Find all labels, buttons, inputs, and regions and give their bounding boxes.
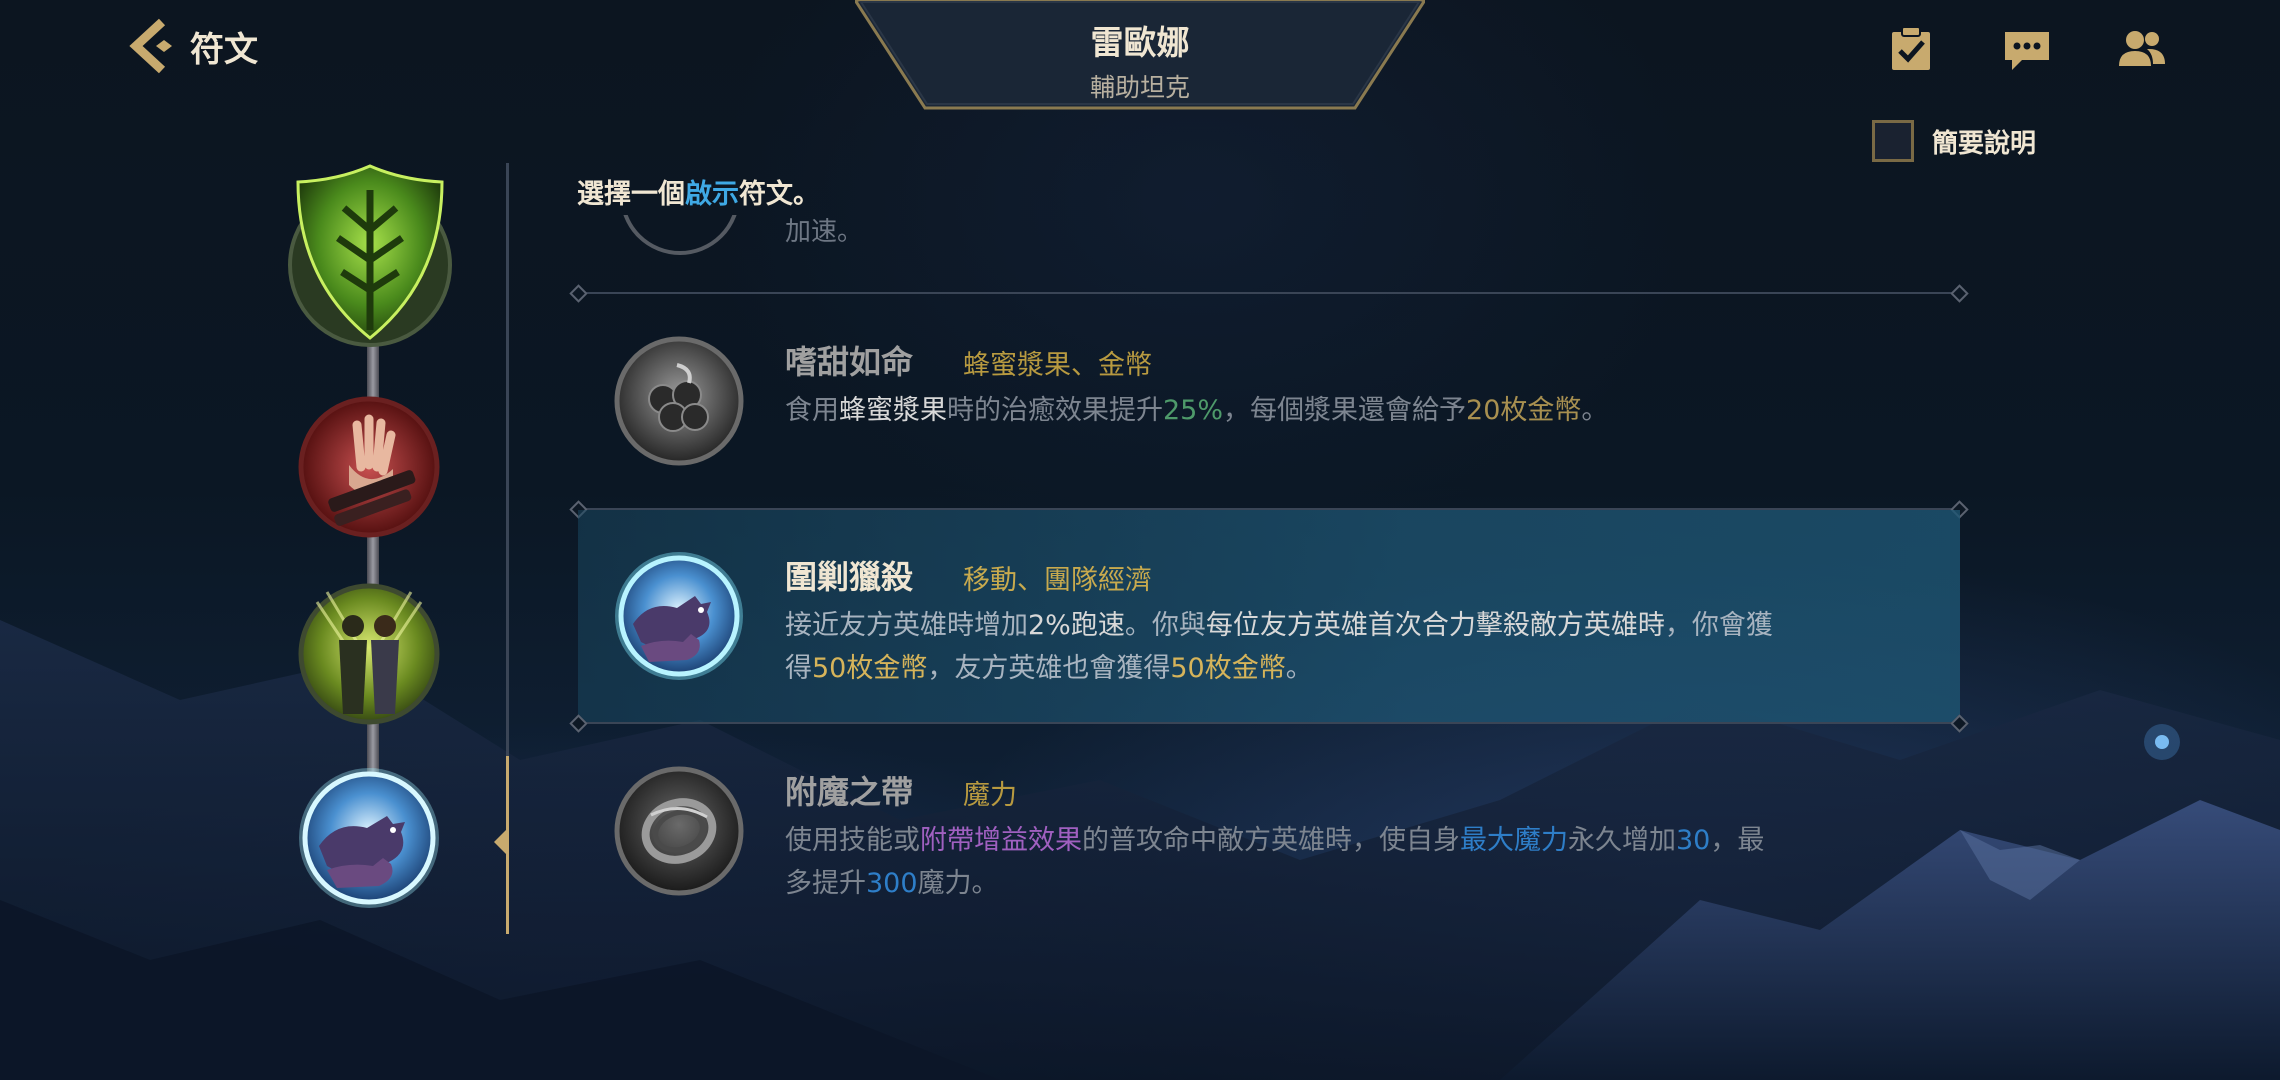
rune-option-relentless-hunter[interactable]: 圍剿獵殺 移動、團隊經濟 接近友方英雄時增加2%跑速。你與每位友方英雄首次合力擊… bbox=[578, 510, 1960, 722]
previous-row-fragment: 加速。 bbox=[570, 215, 1970, 255]
chat-button[interactable] bbox=[2002, 24, 2052, 74]
champion-banner: 雷歐娜 輔助坦克 bbox=[855, 0, 1425, 110]
checklist-icon bbox=[1892, 26, 1930, 70]
back-button[interactable]: 符文 bbox=[128, 18, 258, 74]
brief-description-toggle[interactable]: 簡要說明 bbox=[1872, 120, 2036, 162]
rune-option-manaflow-band[interactable]: 附魔之帶 魔力 使用技能或附帶增益效果的普攻命中敵方英雄時，使自身最大魔力永久增… bbox=[578, 725, 1960, 937]
relentless-hunter-rune-icon bbox=[613, 550, 745, 682]
rune-description-segment: ，友方英雄也會獲得 bbox=[927, 653, 1171, 684]
rune-description-segment: 。 bbox=[1581, 395, 1609, 426]
tree-node-ultimate-hunt[interactable] bbox=[297, 766, 441, 910]
rune-title: 圍剿獵殺 bbox=[785, 558, 914, 596]
rune-description-segment: 蜂蜜漿果 bbox=[839, 395, 947, 426]
resolve-tree-emblem[interactable] bbox=[282, 160, 458, 350]
champion-name: 雷歐娜 bbox=[1090, 23, 1190, 62]
brief-label: 簡要說明 bbox=[1932, 128, 2037, 159]
rune-prompt: 選擇一個啟示符文。 bbox=[577, 172, 820, 211]
rune-description-segment: 最大魔力 bbox=[1460, 825, 1568, 856]
back-chevron-icon bbox=[129, 18, 172, 74]
manaflow-band-rune-icon bbox=[613, 765, 745, 897]
rune-description-segment: 300 bbox=[866, 868, 918, 899]
row-separator bbox=[578, 722, 1960, 724]
list-divider-active bbox=[506, 756, 509, 934]
rune-description-segment: 每位友方英雄首次合力擊殺敵方英雄時 bbox=[1205, 610, 1665, 641]
tree-node-bond[interactable] bbox=[297, 582, 441, 726]
rune-description-segment: 2%跑速 bbox=[1028, 610, 1125, 641]
selection-caret-icon bbox=[494, 830, 506, 854]
rune-description: 食用蜂蜜漿果時的治癒效果提升25%，每個漿果還會給予20枚金幣。 bbox=[785, 389, 1785, 432]
tree-node-aftershock[interactable] bbox=[297, 395, 441, 539]
chat-icon bbox=[2005, 32, 2049, 70]
rune-description-segment: 的普攻命中敵方英雄時，使自身 bbox=[1082, 825, 1460, 856]
rune-description-segment: 50枚金幣 bbox=[812, 653, 928, 684]
rune-description-segment: 附帶增益效果 bbox=[920, 825, 1082, 856]
rune-description-segment: 。你與 bbox=[1124, 610, 1206, 641]
rune-description-segment: ，每個漿果還會給予 bbox=[1223, 395, 1467, 426]
sweet-tooth-rune-icon bbox=[613, 335, 745, 467]
brief-checkbox[interactable] bbox=[1872, 120, 1914, 162]
rune-description-segment: 時的治癒效果提升 bbox=[947, 395, 1163, 426]
rune-description-segment: 食用 bbox=[785, 395, 839, 426]
champion-role: 輔助坦克 bbox=[1089, 73, 1190, 102]
rune-description-segment: 50枚金幣 bbox=[1170, 653, 1286, 684]
hunt-rune-icon bbox=[299, 768, 439, 908]
checklist-button[interactable] bbox=[1886, 24, 1936, 74]
aftershock-rune-icon bbox=[298, 396, 440, 538]
previous-rune-icon bbox=[620, 215, 740, 255]
back-label: 符文 bbox=[190, 29, 258, 70]
rune-description-segment: 30 bbox=[1676, 825, 1711, 856]
rune-tags: 蜂蜜漿果、金幣 bbox=[963, 350, 1152, 381]
rune-description-segment: 。 bbox=[1285, 653, 1313, 684]
rune-tags: 移動、團隊經濟 bbox=[963, 565, 1152, 596]
friends-icon bbox=[2119, 31, 2165, 66]
friends-button[interactable] bbox=[2117, 24, 2167, 74]
resolve-tree-emblem-icon bbox=[288, 164, 452, 347]
rune-title: 附魔之帶 bbox=[785, 773, 914, 811]
rune-description-segment: 魔力。 bbox=[917, 868, 999, 899]
prompt-suffix: 符文。 bbox=[739, 179, 820, 210]
rune-description-segment: 20枚金幣 bbox=[1466, 395, 1582, 426]
rune-description-segment: 接近友方英雄時增加 bbox=[785, 610, 1028, 641]
rune-description-segment: 使用技能或 bbox=[785, 825, 920, 856]
rune-description-segment: 25% bbox=[1163, 395, 1224, 426]
rune-title: 嗜甜如命 bbox=[785, 343, 914, 381]
rune-option-ultimate-sweet-tooth[interactable]: 嗜甜如命 蜂蜜漿果、金幣 食用蜂蜜漿果時的治癒效果提升25%，每個漿果還會給予2… bbox=[578, 295, 1960, 507]
rune-description-segment: 永久增加 bbox=[1568, 825, 1676, 856]
prompt-highlight: 啟示 bbox=[685, 179, 739, 210]
rune-description: 使用技能或附帶增益效果的普攻命中敵方英雄時，使自身最大魔力永久增加30，最多提升… bbox=[785, 819, 1785, 905]
bond-rune-icon bbox=[298, 583, 440, 725]
previous-row-text: 加速。 bbox=[785, 217, 864, 247]
rune-tags: 魔力 bbox=[963, 780, 1017, 811]
row-separator bbox=[578, 292, 1960, 294]
rune-description: 接近友方英雄時增加2%跑速。你與每位友方英雄首次合力擊殺敵方英雄時，你會獲得50… bbox=[785, 604, 1785, 690]
prompt-prefix: 選擇一個 bbox=[577, 179, 685, 210]
